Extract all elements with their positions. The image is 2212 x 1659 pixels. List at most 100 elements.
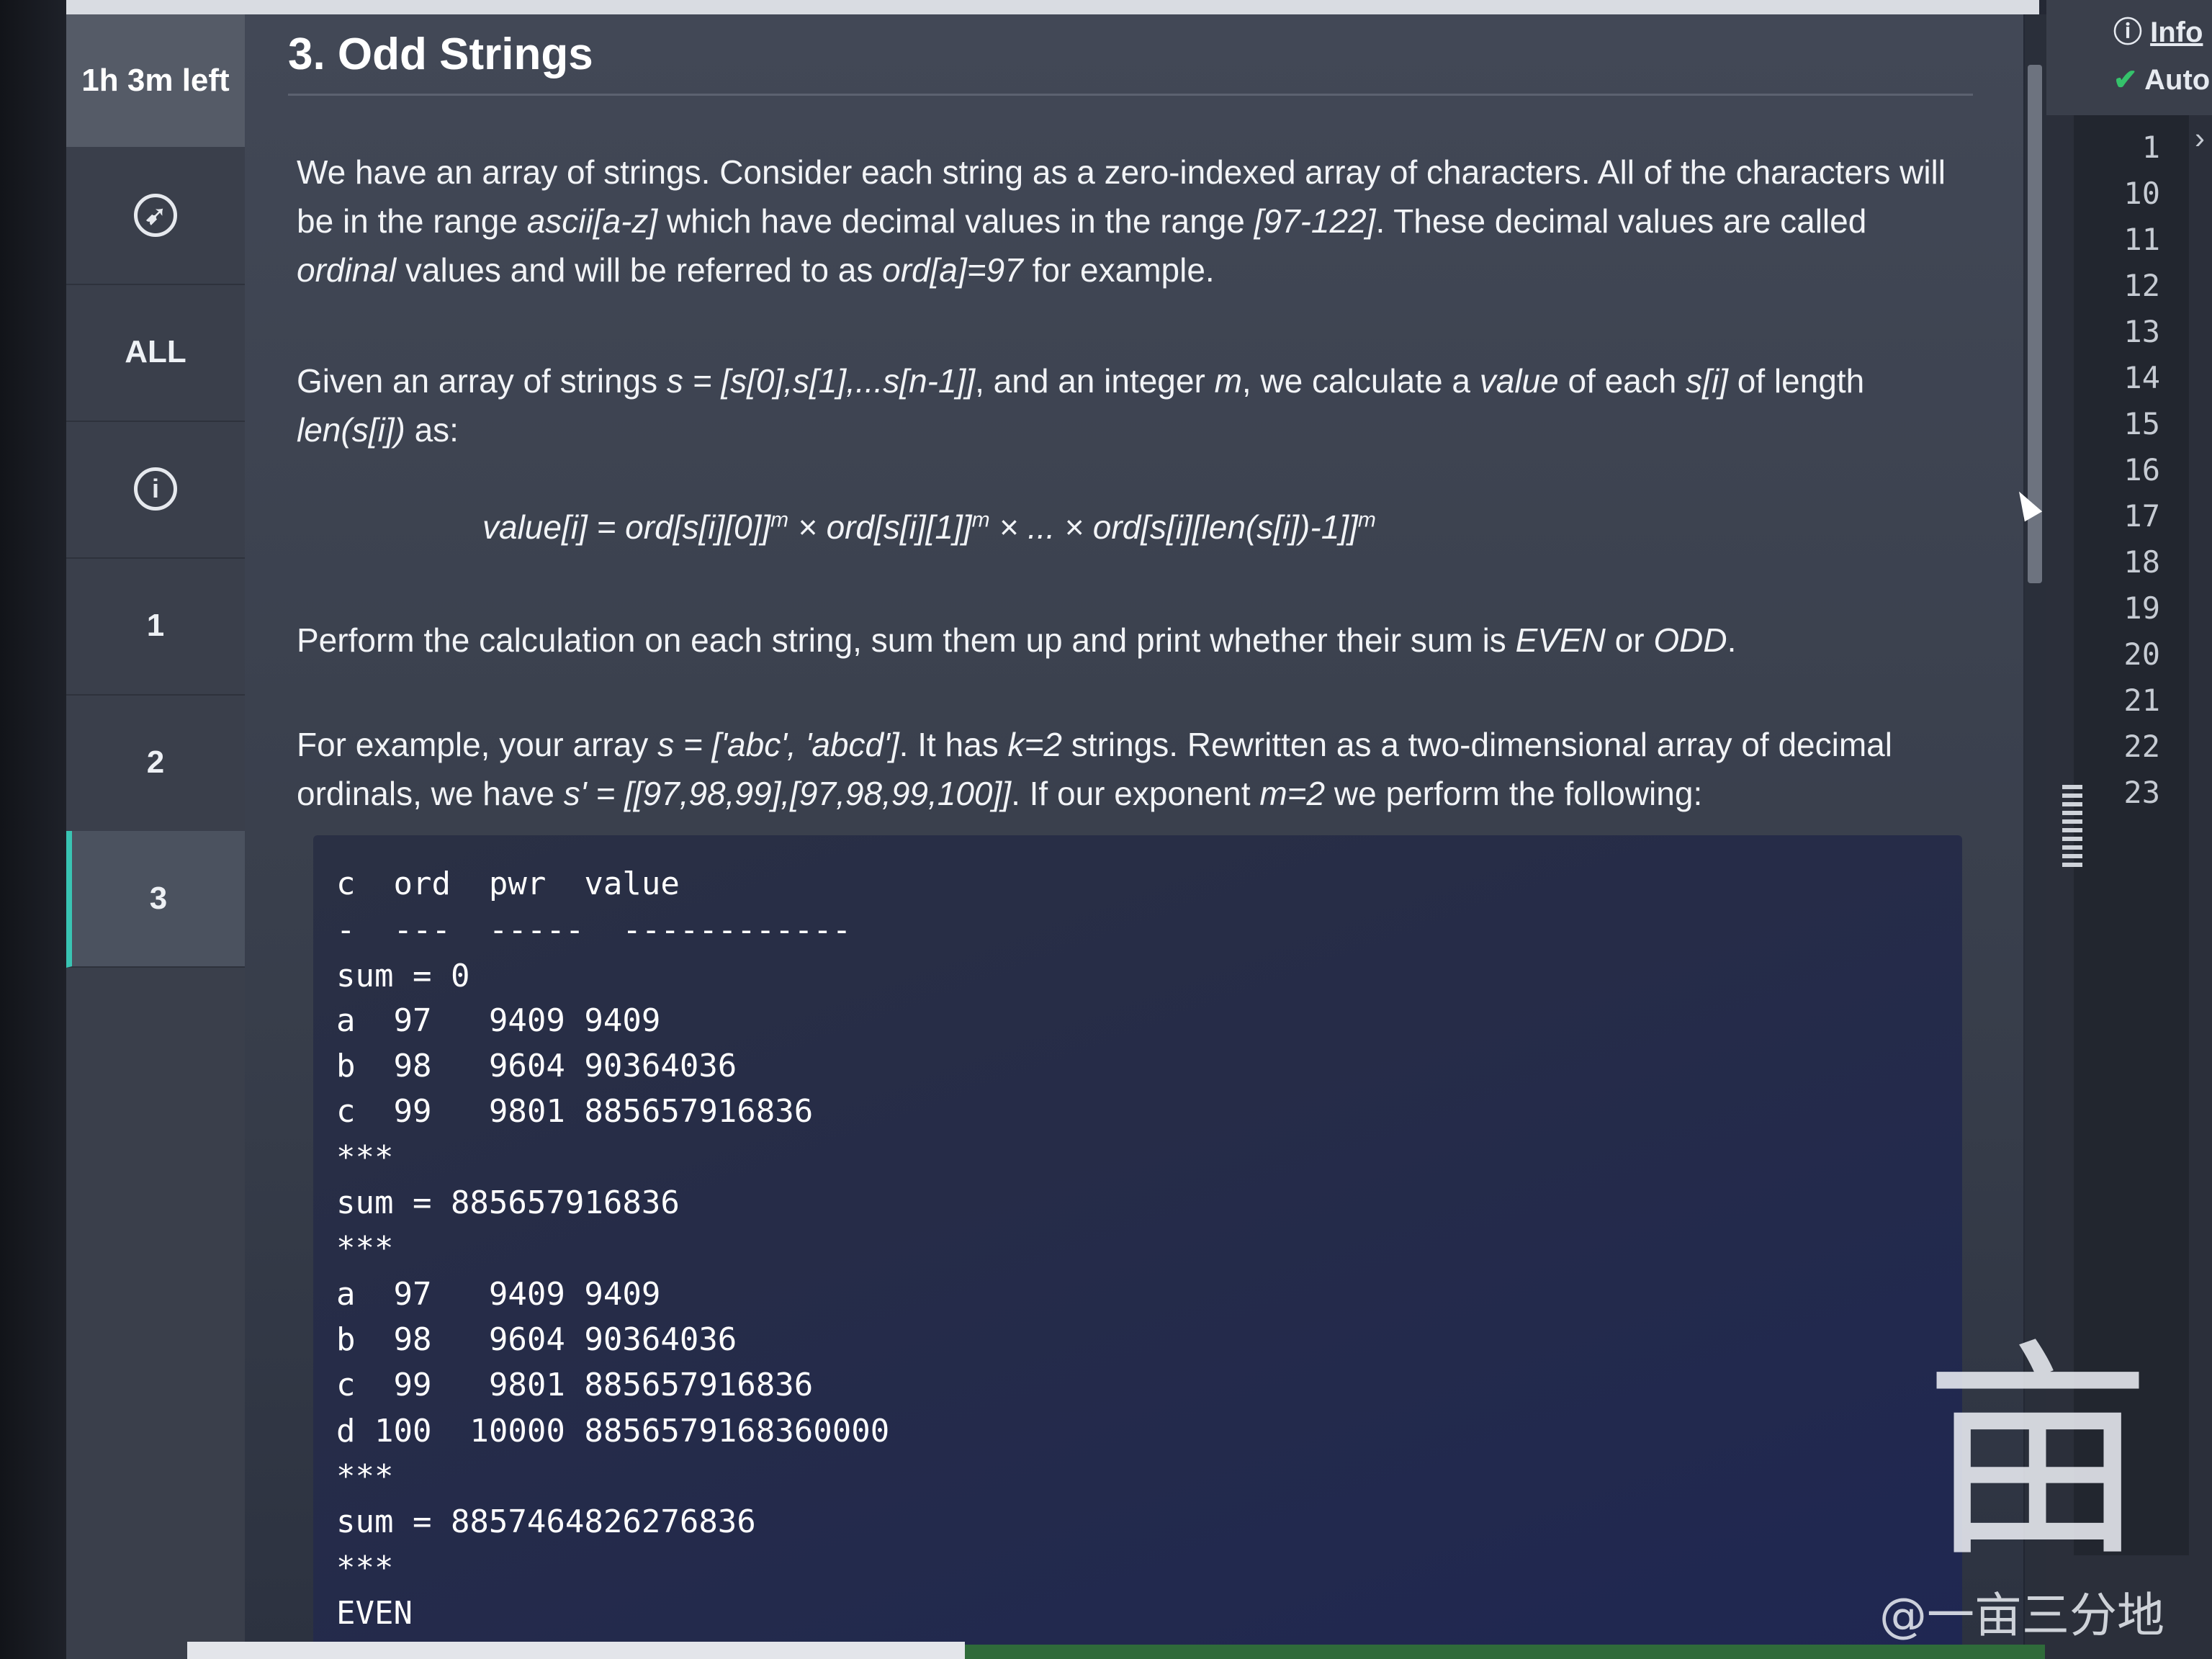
code-line: sum = 0 — [336, 958, 470, 994]
text: . It has — [899, 726, 1008, 763]
text: . — [1727, 621, 1737, 659]
taskbar-strip — [187, 1642, 965, 1659]
text: as: — [405, 411, 459, 449]
nav-item-all[interactable]: ALL — [66, 284, 245, 422]
nav-item-label: 3 — [149, 881, 168, 916]
info-circle-icon: ⓘ — [2113, 17, 2142, 48]
text: s = ['abc', 'abcd'] — [657, 726, 899, 763]
text: we perform the following: — [1325, 775, 1703, 812]
info-link-label: Info — [2150, 17, 2203, 48]
auto-label: Auto — [2144, 64, 2211, 96]
text: s[i] — [1686, 362, 1728, 400]
text: × ... × ord[s[i][len(s[i])-1]] — [989, 508, 1358, 546]
line-number: 13 — [2123, 314, 2160, 349]
text: × ord[s[i][1]] — [788, 508, 972, 546]
problem-title: 3. Odd Strings — [288, 30, 593, 79]
code-line: - --- ----- ------------ — [336, 912, 852, 948]
nav-item-label: 2 — [146, 745, 165, 780]
panel-resize-handle[interactable] — [2062, 785, 2082, 871]
watermark-text: @一亩三分地 — [1879, 1588, 2164, 1643]
problem-paragraph-4: For example, your array s = ['abc', 'abc… — [297, 720, 1974, 818]
title-divider — [288, 94, 1973, 96]
exponent: m — [971, 508, 990, 532]
question-nav: 1h 3m left ➹ ALL i 1 2 3 — [66, 14, 245, 1659]
problem-panel: 3. Odd Strings We have an array of strin… — [245, 14, 2023, 1659]
compass-button[interactable]: ➹ — [66, 147, 245, 285]
text: ord[a]=97 — [882, 251, 1023, 289]
line-number: 14 — [2123, 360, 2160, 395]
line-number: 17 — [2123, 498, 2160, 534]
nav-item-question-3[interactable]: 3 — [66, 831, 245, 968]
code-line: *** — [336, 1230, 394, 1267]
code-line: b 98 9604 90364036 — [336, 1321, 737, 1358]
info-button[interactable]: i — [66, 421, 245, 559]
text: of length — [1727, 362, 1865, 400]
text: value[i] = ord[s[i][0]] — [482, 508, 771, 546]
taskbar-strip-dark — [965, 1645, 2045, 1659]
watermark-logo-char: 亩 — [1923, 1321, 2153, 1577]
text: , we calculate a — [1241, 362, 1480, 400]
problem-paragraph-1: We have an array of strings. Consider ea… — [297, 148, 1974, 295]
exponent: m — [1357, 508, 1376, 532]
check-circle-icon: ✔ — [2113, 64, 2138, 96]
code-line: *** — [336, 1550, 394, 1586]
text: EVEN — [1515, 621, 1606, 659]
value-formula: value[i] = ord[s[i][0]]m × ord[s[i][1]]m… — [482, 508, 1376, 547]
text: Given an array of strings — [297, 362, 667, 400]
text: s' = [[97,98,99],[97,98,99,100]] — [563, 775, 1012, 812]
text: ordinal — [297, 251, 397, 289]
timer-label: 1h 3m left — [66, 14, 245, 147]
text: For example, your array — [297, 726, 658, 763]
code-line: a 97 9409 9409 — [336, 1276, 661, 1313]
autocomplete-toggle[interactable]: ✔ Auto — [2113, 63, 2212, 96]
text: k=2 — [1007, 726, 1062, 763]
text: of each — [1558, 362, 1686, 400]
line-number: 15 — [2123, 406, 2160, 441]
text: . These decimal values are called — [1375, 202, 1867, 240]
text: . If our exponent — [1011, 775, 1260, 812]
line-number: 19 — [2123, 590, 2160, 626]
code-line: a 97 9409 9409 — [336, 1002, 661, 1039]
text: m=2 — [1259, 775, 1326, 812]
text: [97-122] — [1254, 202, 1376, 240]
line-number: 22 — [2123, 729, 2160, 764]
text: Perform the calculation on each string, … — [297, 621, 1516, 659]
code-line: c 99 9801 885657916836 — [336, 1367, 814, 1403]
monitor-bezel — [0, 0, 66, 1659]
code-line: c ord pwr value — [336, 866, 680, 902]
text: , and an integer — [975, 362, 1215, 400]
code-line: *** — [336, 1139, 394, 1176]
info-link[interactable]: ⓘ Info — [2113, 9, 2212, 50]
exponent: m — [770, 508, 789, 532]
nav-item-question-1[interactable]: 1 — [66, 557, 245, 696]
line-number: 23 — [2123, 775, 2160, 810]
line-number: 11 — [2123, 222, 2160, 257]
browser-top-strip — [66, 0, 2039, 14]
problem-paragraph-3: Perform the calculation on each string, … — [297, 616, 1974, 665]
fold-chevron-icon[interactable]: › — [2195, 121, 2205, 156]
line-number: 10 — [2123, 176, 2160, 211]
text: len(s[i]) — [297, 411, 405, 449]
line-number: 1 — [2141, 130, 2160, 165]
text: s = [s[0],s[1],...s[n-1]] — [666, 362, 976, 400]
watermark-logo: 亩 — [1923, 1321, 2153, 1577]
text: value — [1479, 362, 1559, 400]
nav-item-label: 1 — [146, 608, 165, 643]
nav-item-question-2[interactable]: 2 — [66, 694, 245, 832]
code-line: *** — [336, 1458, 394, 1495]
problem-paragraph-2: Given an array of strings s = [s[0],s[1]… — [297, 356, 1974, 454]
nav-item-label: ALL — [125, 334, 186, 369]
code-line: c 99 9801 885657916836 — [336, 1093, 814, 1130]
line-number: 20 — [2123, 637, 2160, 672]
text: ascii[a-z] — [526, 202, 658, 240]
line-number: 21 — [2123, 683, 2160, 718]
text: or — [1605, 621, 1654, 659]
text: for example. — [1022, 251, 1215, 289]
text: m — [1214, 362, 1242, 400]
text: which have decimal values in the range — [657, 202, 1254, 240]
code-line: EVEN — [336, 1595, 413, 1632]
example-code-block: c ord pwr value - --- ----- ------------… — [313, 835, 1962, 1659]
line-number: 12 — [2123, 268, 2160, 303]
code-line: b 98 9604 90364036 — [336, 1048, 737, 1084]
line-number: 16 — [2123, 452, 2160, 487]
